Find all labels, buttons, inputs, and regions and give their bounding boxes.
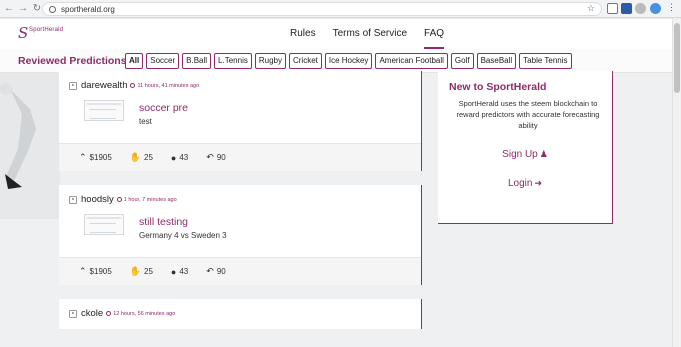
extension-icon-3[interactable]	[635, 3, 646, 14]
chevron-up-icon[interactable]: ⌃	[79, 152, 87, 163]
nav-faq[interactable]: FAQ	[424, 19, 445, 49]
comments[interactable]: ● 43	[171, 267, 188, 277]
comments-icon[interactable]: ●	[171, 267, 176, 277]
menu-icon[interactable]: ⋮	[667, 3, 676, 14]
post-title[interactable]: still testing	[139, 216, 188, 228]
chip-soccer[interactable]: Soccer	[146, 53, 180, 69]
reblogs[interactable]: ↶ 90	[206, 266, 225, 277]
chip-baseball[interactable]: BaseBall	[476, 53, 517, 69]
card-footer: ⌃ $1905 ✋ 25 ● 43 ↶ 90	[59, 257, 421, 285]
comments[interactable]: ● 43	[171, 153, 188, 163]
sign-in-icon: ➜	[534, 178, 542, 188]
signup-link[interactable]: Sign Up ♟	[438, 149, 612, 160]
prediction-card: darewealth 11 hours, 41 minutes ago socc…	[59, 71, 422, 171]
chip-table-tennis[interactable]: Table Tennis	[519, 53, 572, 69]
background-player-image	[0, 69, 60, 219]
signup-panel: New to SportHerald SportHerald uses the …	[438, 71, 613, 224]
avatar[interactable]	[69, 195, 77, 204]
clock-icon	[106, 311, 112, 316]
panel-description: SportHerald uses the steem blockchain to…	[456, 99, 600, 130]
extension-icon-1[interactable]	[607, 3, 618, 14]
prediction-feed: darewealth 11 hours, 41 minutes ago socc…	[59, 71, 422, 343]
address-bar[interactable]: sportherald.org ☆	[42, 2, 602, 16]
prediction-card: ckole 12 hours, 56 minutes ago	[59, 299, 422, 329]
chip-american-football[interactable]: American Football	[375, 53, 448, 69]
site-header: S SportHerald Rules Terms of Service FAQ	[0, 19, 672, 49]
likes[interactable]: ✋ 25	[130, 266, 153, 277]
reply-icon[interactable]: ↶	[206, 152, 214, 163]
post-time: 11 hours, 41 minutes ago	[137, 82, 200, 89]
author-name[interactable]: ckole	[81, 308, 103, 319]
chip-rugby[interactable]: Rugby	[254, 53, 286, 69]
chip-cricket[interactable]: Cricket	[288, 53, 322, 69]
chip-ltennis[interactable]: L.Tennis	[214, 53, 252, 69]
card-footer: ⌃ $1905 ✋ 25 ● 43 ↶ 90	[59, 143, 421, 171]
nav-terms-of-service[interactable]: Terms of Service	[333, 19, 407, 49]
reply-icon[interactable]: ↶	[206, 266, 214, 277]
post-description: test	[139, 117, 152, 126]
nav-rules[interactable]: Rules	[290, 19, 316, 49]
chip-bball[interactable]: B.Ball	[182, 53, 212, 69]
post-thumbnail[interactable]	[84, 100, 124, 121]
comments-icon[interactable]: ●	[171, 153, 176, 163]
avatar[interactable]	[69, 81, 77, 90]
scrollbar-thumb[interactable]	[674, 23, 680, 93]
avatar[interactable]	[69, 309, 77, 318]
extension-icon-4[interactable]	[650, 3, 661, 14]
chip-all[interactable]: All	[125, 53, 144, 69]
post-time: 1 hour, 7 minutes ago	[123, 196, 177, 203]
chip-ice-hockey[interactable]: Ice Hockey	[324, 53, 373, 69]
thumbs-up-icon[interactable]: ✋	[130, 152, 141, 163]
bookmark-star-icon[interactable]: ☆	[587, 3, 595, 14]
chip-golf[interactable]: Golf	[450, 53, 474, 69]
reblogs[interactable]: ↶ 90	[206, 152, 225, 163]
clock-icon	[130, 83, 136, 88]
forward-icon[interactable]: →	[16, 2, 30, 16]
payout[interactable]: ⌃ $1905	[79, 152, 112, 163]
site-logo[interactable]: S SportHerald	[18, 24, 63, 42]
panel-title: New to SportHerald	[449, 81, 547, 93]
login-link[interactable]: Login ➜	[438, 178, 612, 189]
author-name[interactable]: hoodsly	[81, 194, 114, 205]
info-icon[interactable]	[49, 5, 56, 13]
author-name[interactable]: darewealth	[81, 80, 127, 91]
browser-toolbar: ← → ↻ sportherald.org ☆ ⋮	[0, 0, 681, 18]
thumbs-up-icon[interactable]: ✋	[130, 266, 141, 277]
category-filter-bar: Reviewed Predictions All Soccer B.Ball L…	[0, 49, 672, 73]
likes[interactable]: ✋ 25	[130, 152, 153, 163]
payout[interactable]: ⌃ $1905	[79, 266, 112, 277]
chevron-up-icon[interactable]: ⌃	[79, 266, 87, 277]
section-title: Reviewed Predictions	[18, 55, 127, 67]
post-thumbnail[interactable]	[84, 214, 124, 235]
user-icon: ♟	[539, 149, 548, 159]
main-nav: Rules Terms of Service FAQ	[290, 19, 461, 49]
extension-icon-2[interactable]	[621, 3, 632, 14]
post-time: 12 hours, 56 minutes ago	[113, 310, 176, 317]
post-description: Germany 4 vs Sweden 3	[139, 231, 227, 240]
post-title[interactable]: soccer pre	[139, 102, 188, 114]
page-scrollbar[interactable]	[672, 19, 681, 347]
back-icon[interactable]: ←	[2, 2, 16, 16]
category-chips: All Soccer B.Ball L.Tennis Rugby Cricket…	[125, 53, 575, 69]
clock-icon	[116, 197, 122, 202]
prediction-card: hoodsly 1 hour, 7 minutes ago still test…	[59, 185, 422, 285]
url-text: sportherald.org	[61, 4, 115, 14]
